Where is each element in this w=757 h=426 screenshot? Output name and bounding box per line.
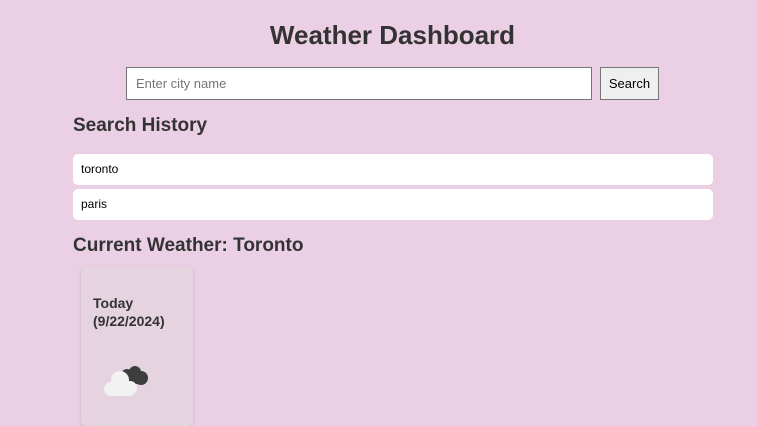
weather-card-today: Today (9/22/2024) [81, 266, 193, 426]
city-search-input[interactable] [126, 67, 592, 100]
card-date: Today (9/22/2024) [93, 294, 188, 330]
history-item-paris[interactable]: paris [73, 189, 713, 220]
card-date-value: (9/22/2024) [93, 313, 165, 329]
page-title: Weather Dashboard [269, 20, 516, 50]
search-history-heading: Search History [73, 115, 208, 136]
card-day-label: Today [93, 295, 134, 311]
search-history-list: toronto paris [73, 154, 713, 224]
current-weather-heading: Current Weather: Toronto [73, 235, 304, 256]
history-item-toronto[interactable]: toronto [73, 154, 713, 185]
search-button[interactable]: Search [600, 67, 659, 100]
clouds-icon [103, 362, 163, 402]
